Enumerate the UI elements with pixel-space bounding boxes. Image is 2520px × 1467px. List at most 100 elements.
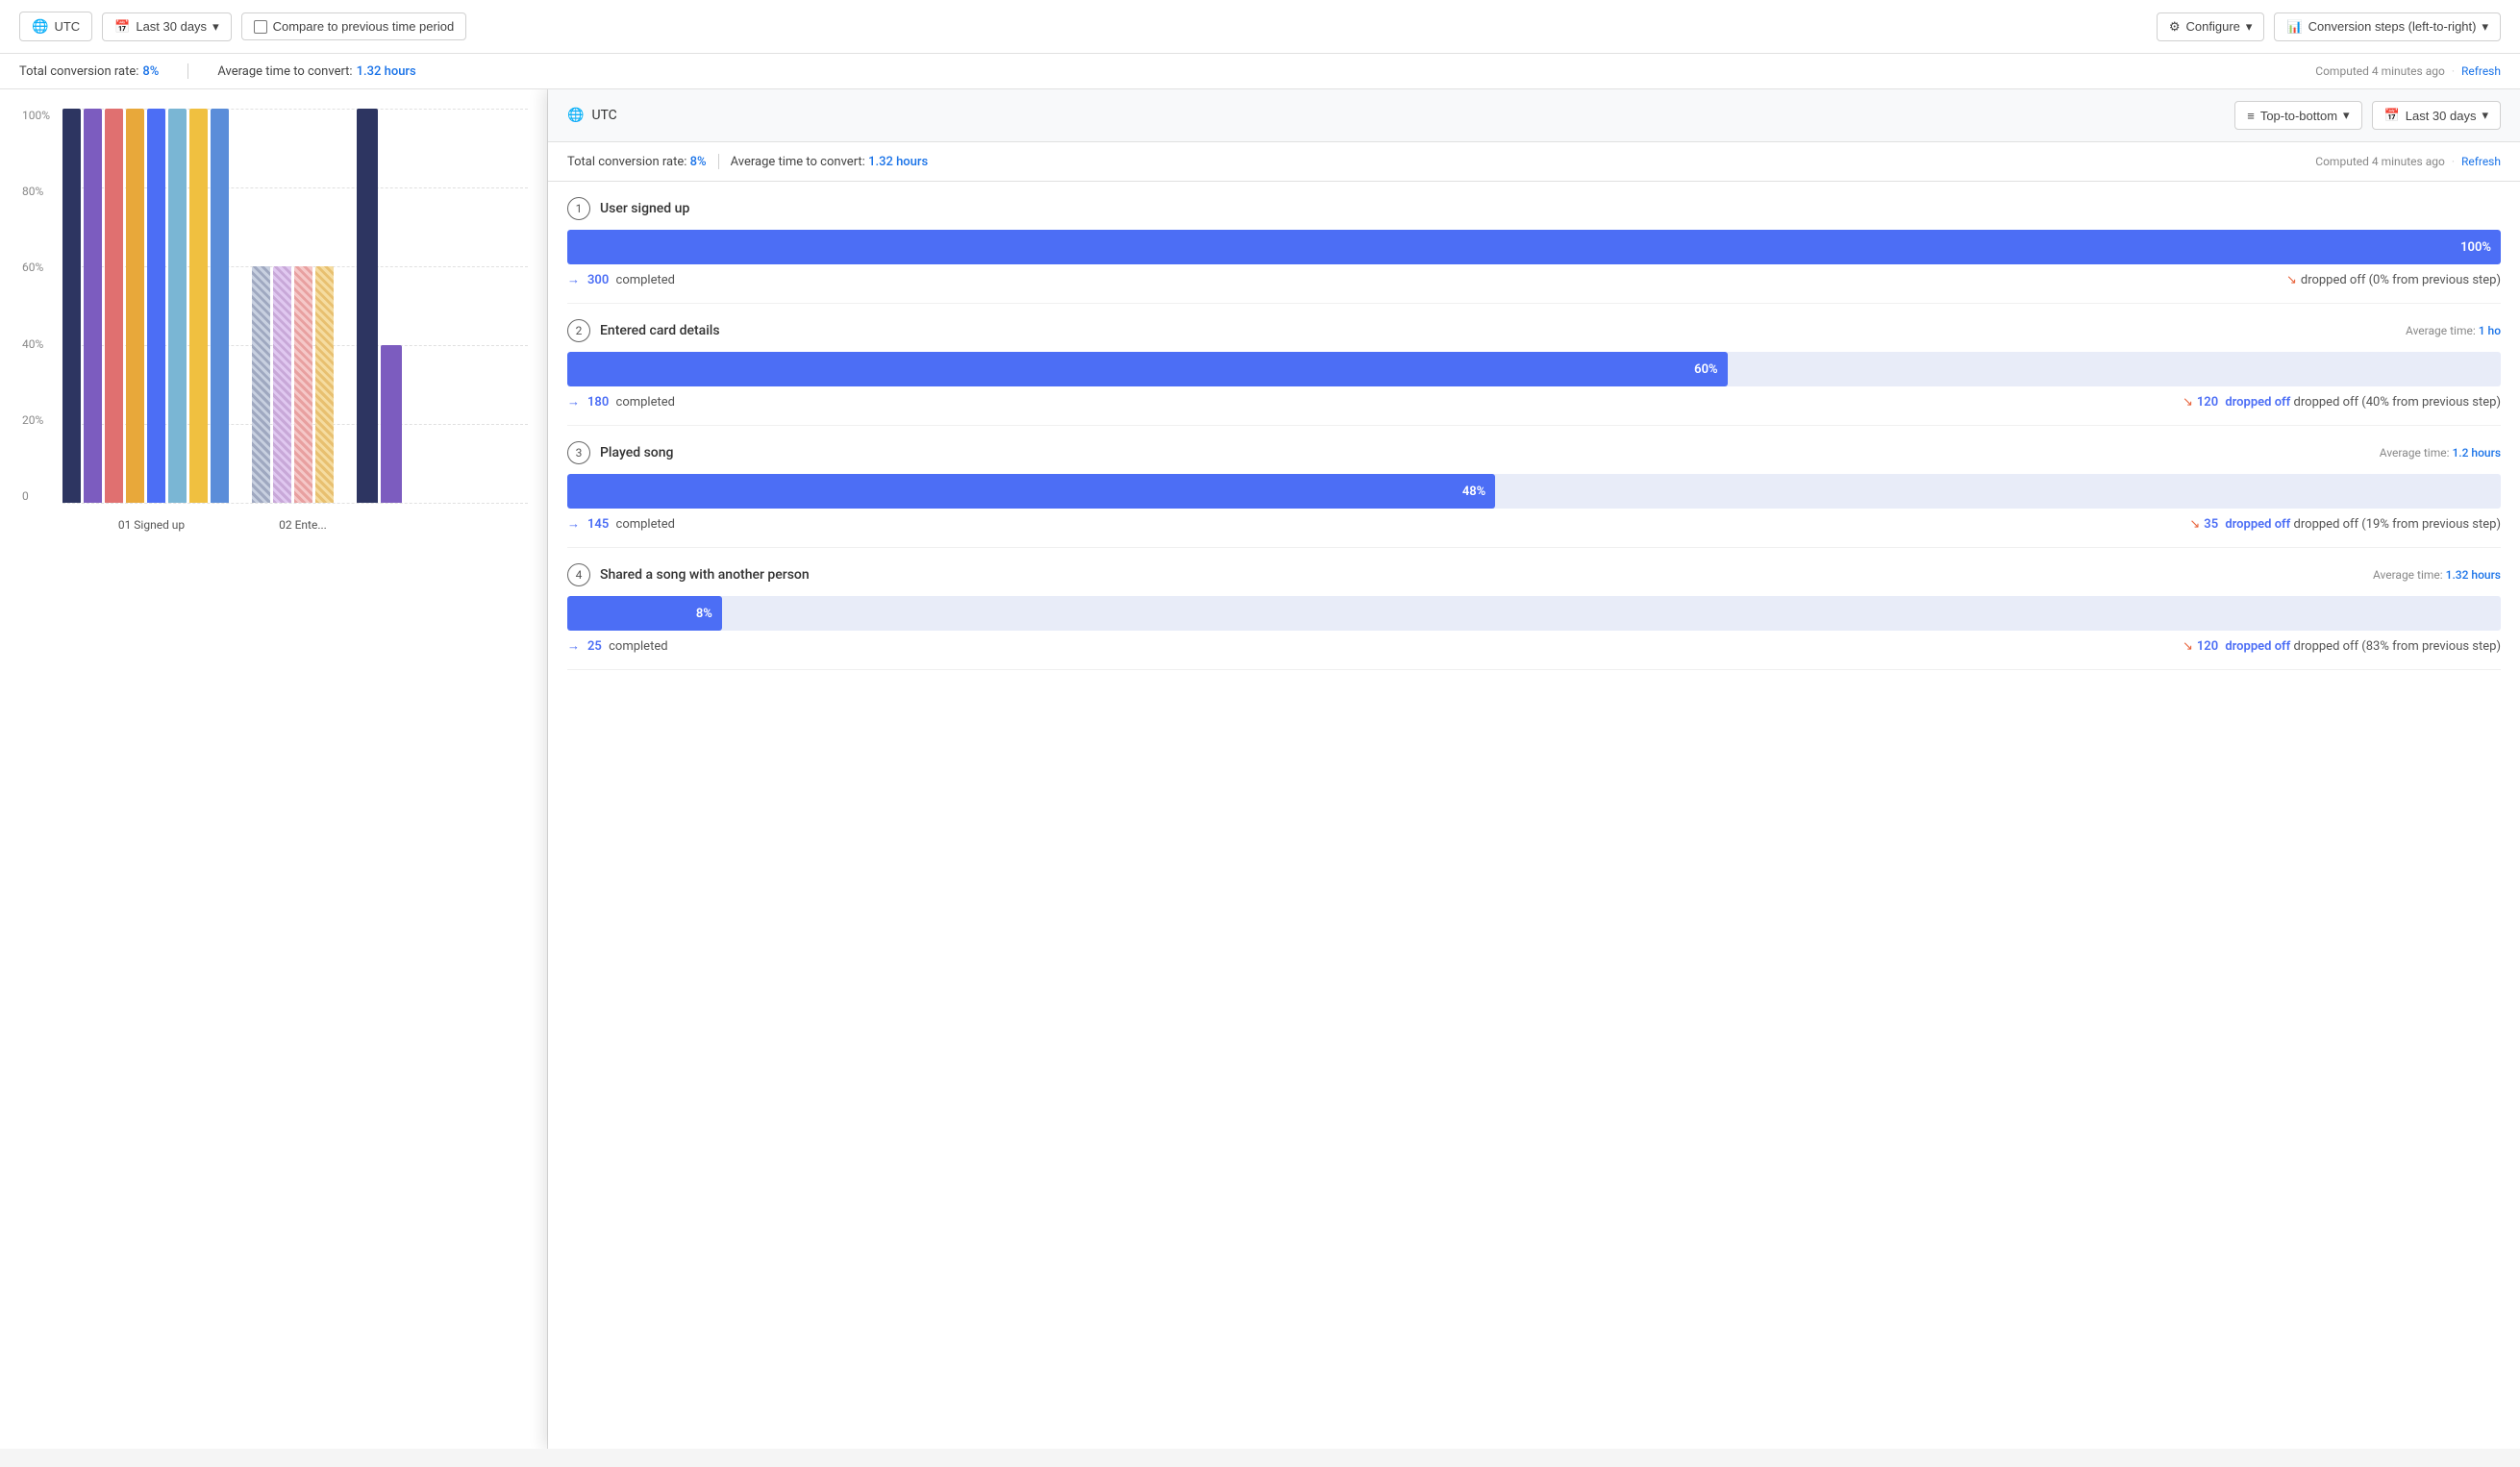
step-4-progress-fill: 8% bbox=[567, 596, 722, 631]
utc-selector[interactable]: 🌐 UTC bbox=[19, 12, 92, 41]
orientation-label: Top-to-bottom bbox=[2260, 109, 2337, 123]
overlay-globe-icon: 🌐 bbox=[567, 108, 584, 123]
step-2-dropped-count: 120 bbox=[2197, 395, 2218, 410]
conversion-steps-button[interactable]: 📊 Conversion steps (left-to-right) ▾ bbox=[2274, 12, 2501, 41]
step-4-dropped: ↘ 120 dropped off dropped off (83% from … bbox=[2183, 639, 2501, 654]
dropped-icon-2: ↘ bbox=[2183, 395, 2193, 410]
step-2-completed-count: 180 bbox=[587, 395, 609, 410]
chevron-down-icon-2: ▾ bbox=[2246, 19, 2253, 35]
overlay-avg-time-value: 1.32 hours bbox=[868, 155, 928, 169]
main-content: 100% 80% 60% 40% 20% 0 bbox=[0, 89, 2520, 1449]
configure-button[interactable]: ⚙ Configure ▾ bbox=[2157, 12, 2265, 41]
y-label-80: 80% bbox=[22, 185, 50, 198]
overlay-dot-sep: · bbox=[2452, 155, 2455, 168]
overlay-computed-label: Computed 4 minutes ago bbox=[2315, 155, 2445, 168]
step-3-dropped-count: 35 bbox=[2204, 517, 2218, 532]
step-3-percent: 48% bbox=[1462, 485, 1485, 499]
overlay-stat-divider bbox=[718, 154, 719, 169]
step-2-title: Entered card details bbox=[600, 323, 2406, 338]
date-range-selector[interactable]: 📅 Last 30 days ▾ bbox=[102, 12, 231, 41]
step-4-header: 4 Shared a song with another person Aver… bbox=[567, 563, 2501, 586]
step-3-completed: → 145 completed bbox=[567, 516, 2189, 532]
step-2-completed: → 180 completed bbox=[567, 394, 2183, 410]
step-4-avg-time: Average time: 1.32 hours bbox=[2373, 568, 2501, 582]
avg-time-stat: Average time to convert: 1.32 hours bbox=[217, 64, 415, 79]
bar-1-4 bbox=[126, 109, 144, 503]
step-3-title: Played song bbox=[600, 445, 2380, 460]
step-1-title: User signed up bbox=[600, 201, 2501, 216]
arrow-right-icon-2: → bbox=[567, 394, 580, 410]
overlay-header: 🌐 UTC ≡ Top-to-bottom ▾ 📅 Last 30 days ▾ bbox=[548, 89, 2520, 142]
x-label-2: 02 Ente... bbox=[240, 518, 365, 532]
compare-label: Compare to previous time period bbox=[273, 19, 455, 34]
step-4-number: 4 bbox=[567, 563, 590, 586]
bar-1-5 bbox=[147, 109, 165, 503]
orientation-button[interactable]: ≡ Top-to-bottom ▾ bbox=[2234, 101, 2361, 130]
step-3-completed-count: 145 bbox=[587, 517, 609, 532]
grid-0 bbox=[62, 503, 528, 504]
compare-button[interactable]: Compare to previous time period bbox=[241, 12, 467, 40]
overlay-panel: 🌐 UTC ≡ Top-to-bottom ▾ 📅 Last 30 days ▾ bbox=[548, 89, 2520, 1449]
step-1-dropped-label: dropped off (0% from previous step) bbox=[2301, 273, 2501, 287]
bar-1-3 bbox=[105, 109, 123, 503]
chevron-down-icon-overlay-2: ▾ bbox=[2482, 108, 2488, 123]
step-1-number: 1 bbox=[567, 197, 590, 220]
overlay-stats-left: Total conversion rate: 8% Average time t… bbox=[567, 154, 2315, 169]
bar-1-8 bbox=[211, 109, 229, 503]
bar-1-6 bbox=[168, 109, 187, 503]
step-2-progress-fill: 60% bbox=[567, 352, 1728, 386]
overlay-date-label: Last 30 days bbox=[2406, 109, 2477, 123]
arrow-right-icon-4: → bbox=[567, 638, 580, 654]
step-1-dropped: ↘ dropped off (0% from previous step) bbox=[2286, 273, 2501, 287]
bar-2-4 bbox=[315, 266, 334, 503]
conversion-steps-label: Conversion steps (left-to-right) bbox=[2308, 19, 2477, 34]
orientation-icon: ≡ bbox=[2247, 109, 2255, 123]
dropped-icon-3: ↘ bbox=[2189, 517, 2200, 532]
overlay-refresh-link[interactable]: Refresh bbox=[2461, 155, 2501, 168]
chevron-down-icon-3: ▾ bbox=[2482, 19, 2488, 35]
bar-1-7 bbox=[189, 109, 208, 503]
y-label-40: 40% bbox=[22, 337, 50, 351]
bar-1-2 bbox=[84, 109, 102, 503]
step-4-title: Shared a song with another person bbox=[600, 567, 2373, 583]
overlay-date-range[interactable]: 📅 Last 30 days ▾ bbox=[2372, 101, 2501, 130]
top-bar: 🌐 UTC 📅 Last 30 days ▾ Compare to previo… bbox=[0, 0, 2520, 54]
funnel-step-3: 3 Played song Average time: 1.2 hours 48… bbox=[567, 426, 2501, 548]
step-2-avg-time: Average time: 1 ho bbox=[2406, 324, 2501, 337]
conversion-rate-value: 8% bbox=[142, 64, 159, 79]
step-4-percent: 8% bbox=[696, 607, 712, 621]
stats-computed: Computed 4 minutes ago · Refresh bbox=[2315, 64, 2501, 78]
date-range-label: Last 30 days bbox=[136, 19, 207, 34]
overlay-header-left: 🌐 UTC bbox=[567, 108, 2223, 123]
step-4-completed-label: completed bbox=[606, 639, 668, 654]
step-1-progress-container: 100% bbox=[567, 230, 2501, 264]
overlay-utc-label: UTC bbox=[591, 108, 616, 123]
step-4-completed: → 25 completed bbox=[567, 638, 2183, 654]
top-bar-left: 🌐 UTC 📅 Last 30 days ▾ Compare to previo… bbox=[19, 12, 2145, 41]
x-axis-labels: 01 Signed up 02 Ente... bbox=[62, 518, 365, 532]
step-2-percent: 60% bbox=[1694, 362, 1717, 377]
step-3-dropped: ↘ 35 dropped off dropped off (19% from p… bbox=[2189, 517, 2501, 532]
conversion-rate-label: Total conversion rate: bbox=[19, 64, 138, 79]
dropped-icon-4: ↘ bbox=[2183, 639, 2193, 654]
step-2-metrics: → 180 completed ↘ 120 dropped off droppe… bbox=[567, 394, 2501, 410]
step-4-progress-container: 8% bbox=[567, 596, 2501, 631]
step-3-header: 3 Played song Average time: 1.2 hours bbox=[567, 441, 2501, 464]
top-bar-right: ⚙ Configure ▾ 📊 Conversion steps (left-t… bbox=[2157, 12, 2501, 41]
step-3-metrics: → 145 completed ↘ 35 dropped off dropped… bbox=[567, 516, 2501, 532]
step-3-number: 3 bbox=[567, 441, 590, 464]
step-3-dropped-label: dropped off dropped off (19% from previo… bbox=[2222, 517, 2501, 532]
stat-divider bbox=[187, 63, 188, 79]
step-2-dropped-label: dropped off dropped off (40% from previo… bbox=[2222, 395, 2501, 410]
arrow-right-icon-3: → bbox=[567, 516, 580, 532]
stats-bar-left: Total conversion rate: 8% Average time t… bbox=[19, 63, 2315, 79]
bar-1-1 bbox=[62, 109, 81, 503]
computed-label: Computed 4 minutes ago bbox=[2315, 64, 2445, 78]
y-axis: 100% 80% 60% 40% 20% 0 bbox=[22, 109, 50, 503]
step-1-completed-count: 300 bbox=[587, 273, 609, 287]
conversion-rate-stat: Total conversion rate: 8% bbox=[19, 64, 159, 79]
step-2-header: 2 Entered card details Average time: 1 h… bbox=[567, 319, 2501, 342]
chevron-down-icon-overlay: ▾ bbox=[2343, 108, 2350, 123]
refresh-link[interactable]: Refresh bbox=[2461, 64, 2501, 78]
bar-highlight-2 bbox=[381, 345, 402, 503]
